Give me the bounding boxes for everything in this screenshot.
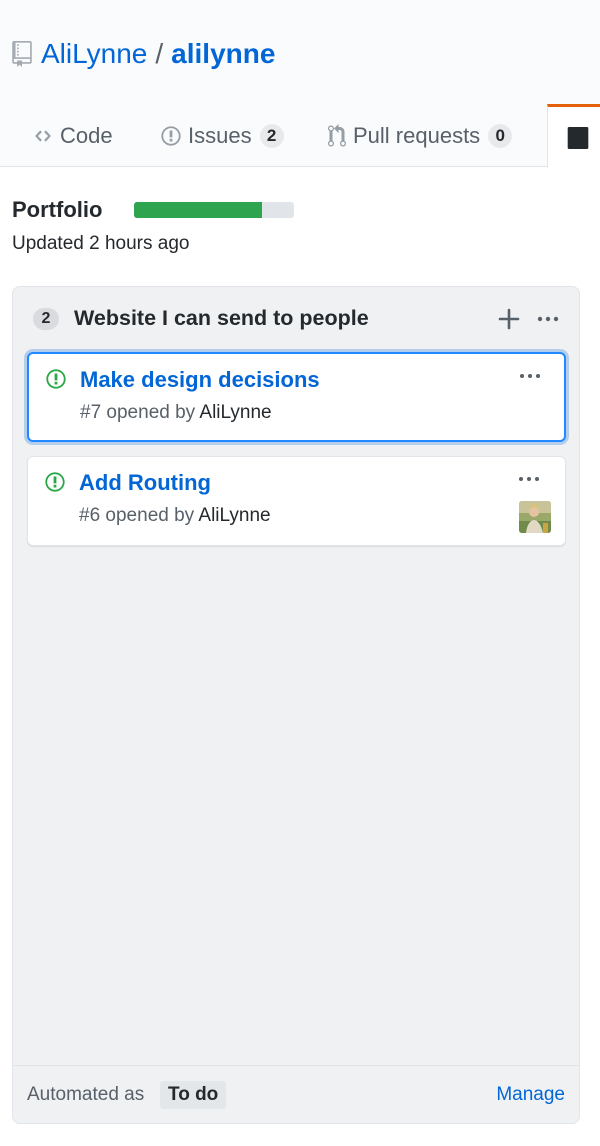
project-updated-text: Updated 2 hours ago [12,233,190,254]
tab-issues[interactable]: Issues 2 [160,118,284,154]
card-menu-button[interactable] [515,366,545,386]
issue-meta: #7 opened by AliLynne [80,402,272,424]
issues-counter: 2 [259,124,284,148]
issue-opened-text: opened by [105,505,195,526]
repo-owner-link[interactable]: AliLynne [41,38,147,70]
column-menu-button[interactable] [535,305,561,333]
card-menu-button[interactable] [514,469,544,489]
add-card-button[interactable] [495,305,523,333]
column-title: Website I can send to people [74,306,369,330]
project-progress-bar [134,202,294,218]
project-name: Portfolio [12,197,103,222]
kebab-horizontal-icon [537,316,559,322]
assignee-avatar[interactable] [519,501,551,533]
automation-preset-badge: To do [160,1081,227,1109]
code-icon [32,127,54,145]
column-header: 2 Website I can send to people [13,287,579,349]
issue-opened-icon [44,471,66,493]
issue-number: #6 [79,505,101,526]
automation-label: Automated as [27,1084,145,1105]
kebab-horizontal-icon [519,477,539,481]
issue-title-link[interactable]: Add Routing [79,470,211,496]
repo-separator: / [155,38,164,69]
repo-icon [12,41,32,67]
git-pull-request-icon [327,124,347,148]
issue-title-link[interactable]: Make design decisions [80,367,320,393]
tab-projects[interactable] [547,104,600,168]
issue-card[interactable]: Make design decisions #7 opened by AliLy… [27,352,566,442]
issue-opened-icon [160,125,182,147]
tab-pull-requests-label: Pull requests [353,123,481,148]
tab-code[interactable]: Code [32,118,113,154]
issue-author-link[interactable]: AliLynne [199,402,271,423]
repo-nav-tabs: Code Issues 2 Pull requests 0 [0,104,600,168]
project-column: 2 Website I can send to people Make desi… [12,286,580,1124]
kebab-horizontal-icon [520,374,540,378]
issue-opened-icon [45,368,67,390]
project-icon [567,127,589,154]
repo-header: AliLynne / alilynne Code Issues 2 Pull r… [0,0,600,168]
manage-automation-link[interactable]: Manage [496,1084,565,1106]
pull-requests-counter: 0 [488,124,513,148]
repo-title: AliLynne / alilynne [12,36,275,72]
issue-opened-text: opened by [106,402,196,423]
plus-icon [498,308,520,330]
tab-pull-requests[interactable]: Pull requests 0 [327,118,513,154]
issue-number: #7 [80,402,102,423]
column-card-count: 2 [33,308,59,330]
issue-meta: #6 opened by AliLynne [79,505,271,527]
issue-author-link[interactable]: AliLynne [198,505,270,526]
project-title-row: Portfolio [12,196,102,224]
project-progress-fill [134,202,262,218]
repo-name-link[interactable]: alilynne [171,38,275,70]
tab-issues-label: Issues [188,123,252,148]
issue-card[interactable]: Add Routing #6 opened by AliLynne [27,456,566,546]
tab-code-label: Code [60,123,113,148]
column-footer: Automated as To do Manage [13,1065,579,1123]
